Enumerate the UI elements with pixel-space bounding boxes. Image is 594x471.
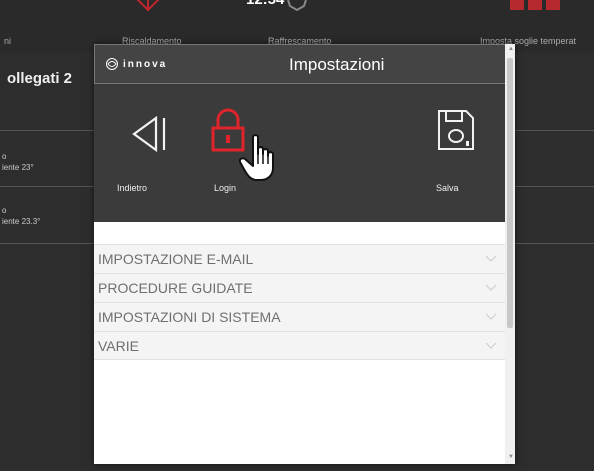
divider: [515, 186, 594, 187]
room-item-line1: o: [2, 206, 7, 215]
room-item-line2: iente 23°: [2, 163, 34, 172]
save-button[interactable]: Salva: [426, 104, 486, 204]
menu-item-label: PROCEDURE GUIDATE: [98, 280, 253, 296]
room-item-line1: o: [2, 152, 7, 161]
scrollbar-thumb[interactable]: [507, 58, 513, 328]
logo-text: innova: [123, 58, 168, 70]
menu-item-label: VARIE: [98, 337, 139, 354]
chevron-down-icon: [485, 342, 497, 349]
scrollbar[interactable]: ▲ ▼: [505, 44, 515, 464]
scroll-up-arrow-icon[interactable]: ▲: [508, 46, 514, 52]
room-item[interactable]: o iente 23.3°: [2, 205, 40, 227]
dialog-header: innova Impostazioni: [94, 44, 515, 84]
settings-dialog: innova Impostazioni Indietro Login Salva…: [94, 44, 515, 464]
floppy-disk-icon: [438, 110, 474, 150]
chevron-down-icon: [485, 313, 497, 320]
room-item-line2: iente 23.3°: [2, 217, 41, 226]
scroll-down-arrow-icon[interactable]: ▼: [508, 454, 514, 460]
menu-item-guided-procedures[interactable]: PROCEDURE GUIDATE: [94, 273, 505, 302]
chevron-down-icon: [485, 284, 497, 291]
menu-item-email-settings[interactable]: IMPOSTAZIONE E-MAIL: [94, 244, 505, 273]
divider: [0, 130, 94, 131]
menu-item-label: IMPOSTAZIONE E-MAIL: [98, 251, 254, 267]
dialog-toolbar: Indietro Login Salva: [94, 84, 515, 222]
background-right-panel: [515, 52, 594, 471]
dialog-title: Impostazioni: [289, 55, 385, 74]
logo-mark-icon: [106, 58, 118, 70]
back-arrow-icon: [132, 115, 166, 153]
divider: [0, 186, 94, 187]
settings-menu: IMPOSTAZIONE E-MAIL PROCEDURE GUIDATE IM…: [94, 244, 505, 360]
hand-pointer-cursor-icon: [239, 134, 274, 181]
snowflake-icon: [136, 0, 160, 12]
innova-logo: innova: [105, 57, 167, 71]
back-button[interactable]: Indietro: [112, 104, 172, 204]
divider: [515, 130, 594, 131]
room-item[interactable]: o iente 23°: [2, 151, 34, 173]
divider: [0, 243, 94, 244]
clock: 12:54: [246, 0, 284, 8]
chevron-down-icon: [485, 255, 497, 262]
save-label: Salva: [436, 183, 459, 193]
menu-item-misc[interactable]: VARIE: [94, 331, 505, 360]
background-sidebar: [0, 52, 94, 471]
menu-item-system-settings[interactable]: IMPOSTAZIONI DI SISTEMA: [94, 302, 505, 331]
gear-icon: [287, 0, 307, 12]
menu-item-label: IMPOSTAZIONI DI SISTEMA: [98, 309, 281, 325]
login-label: Login: [214, 183, 237, 193]
background-title: ollegati 2: [7, 70, 73, 87]
threshold-icon: [510, 0, 560, 10]
top-label: ni: [4, 36, 12, 46]
divider: [515, 243, 594, 244]
back-label: Indietro: [117, 183, 148, 193]
